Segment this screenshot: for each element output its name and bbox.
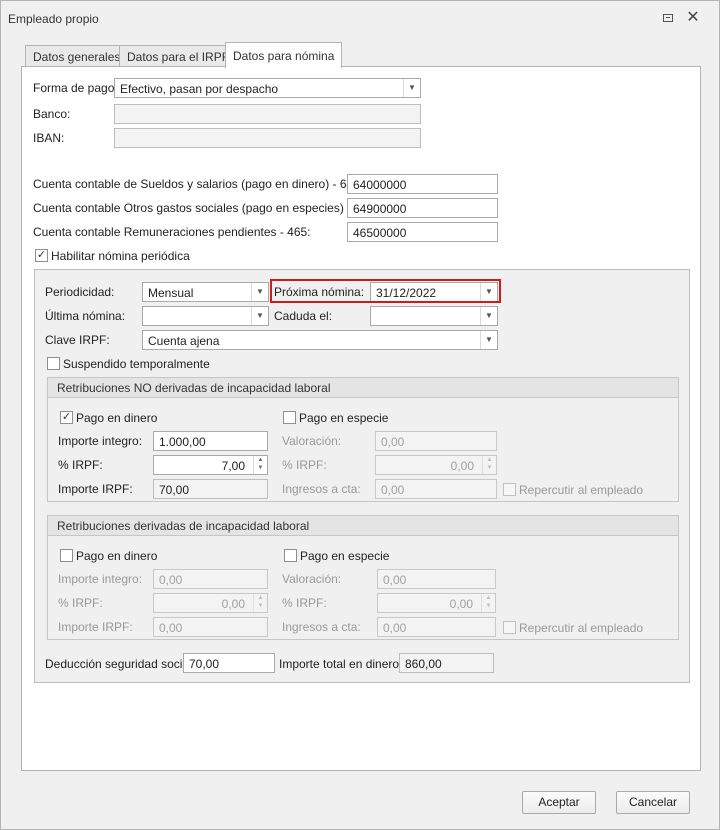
- importe-integro-incap-input[interactable]: 0,00: [153, 569, 268, 589]
- chevron-down-icon[interactable]: ▼: [251, 283, 268, 301]
- retribuciones-no-group: Retribuciones NO derivadas de incapacida…: [47, 377, 679, 502]
- retribuciones-si-group: Retribuciones derivadas de incapacidad l…: [47, 515, 679, 640]
- pago-dinero-checkbox[interactable]: ✓: [60, 411, 73, 424]
- caduda-label: Caduda el:: [274, 309, 333, 323]
- title-bar: Empleado propio ✕: [1, 1, 719, 35]
- close-icon[interactable]: ✕: [686, 10, 700, 26]
- repercutir-checkbox[interactable]: [503, 483, 516, 496]
- irpf-incap-spinner[interactable]: 0,00 ▲ ▼: [153, 593, 268, 613]
- importe-integro-incap-label: Importe integro:: [58, 572, 143, 586]
- cuenta-sueldos-input[interactable]: 64000000: [347, 174, 498, 194]
- clave-irpf-label: Clave IRPF:: [45, 333, 110, 347]
- deduccion-ss-label: Deducción seguridad social:: [45, 657, 196, 671]
- forma-pago-select[interactable]: Efectivo, pasan por despacho ▼: [114, 78, 421, 98]
- irpf-incap-value: 0,00: [221, 597, 245, 611]
- iban-field[interactable]: [114, 128, 421, 148]
- pago-especie-incap-checkbox[interactable]: [284, 549, 297, 562]
- ingresos-cta-label: Ingresos a cta:: [282, 482, 361, 496]
- irpf-incap-label: % IRPF:: [58, 596, 103, 610]
- irpf-especie-label: % IRPF:: [282, 458, 327, 472]
- importe-irpf-incap-field: 0,00: [153, 617, 268, 637]
- ingresos-cta-field: 0,00: [375, 479, 497, 499]
- tab-datos-nomina[interactable]: Datos para nómina: [225, 42, 343, 68]
- window-title: Empleado propio: [8, 12, 99, 26]
- highlight-box: [270, 279, 501, 303]
- cuenta-otros-label: Cuenta contable Otros gastos sociales (p…: [33, 201, 378, 215]
- retribuciones-si-header: Retribuciones derivadas de incapacidad l…: [48, 516, 678, 536]
- chevron-down-icon[interactable]: ▼: [480, 331, 497, 349]
- repercutir-incap-label: Repercutir al empleado: [519, 621, 644, 635]
- dialog-window: Empleado propio ✕ Datos generales Datos …: [0, 0, 720, 830]
- valoracion-incap-label: Valoración:: [282, 572, 342, 586]
- tab-panel-nomina: Forma de pago: Efectivo, pasan por despa…: [21, 66, 701, 771]
- pago-dinero-label: Pago en dinero: [76, 411, 158, 425]
- pago-especie-checkbox[interactable]: [283, 411, 296, 424]
- importe-integro-label: Importe integro:: [58, 434, 143, 448]
- ingresos-cta-incap-label: Ingresos a cta:: [282, 620, 361, 634]
- irpf-especie-incap-label: % IRPF:: [282, 596, 327, 610]
- suspendido-label: Suspendido temporalmente: [63, 357, 210, 371]
- irpf-label: % IRPF:: [58, 458, 103, 472]
- valoracion-input[interactable]: 0,00: [375, 431, 497, 451]
- importe-irpf-incap-label: Importe IRPF:: [58, 620, 133, 634]
- irpf-spinner[interactable]: 7,00 ▲ ▼: [153, 455, 268, 475]
- chevron-down-icon[interactable]: ▼: [480, 307, 497, 325]
- clave-irpf-select[interactable]: Cuenta ajena ▼: [142, 330, 498, 350]
- retribuciones-no-header: Retribuciones NO derivadas de incapacida…: [48, 378, 678, 398]
- irpf-especie-incap-spinner[interactable]: 0,00 ▲ ▼: [377, 593, 496, 613]
- irpf-value: 7,00: [221, 459, 245, 473]
- periodicidad-label: Periodicidad:: [45, 285, 115, 299]
- accept-button[interactable]: Aceptar: [522, 791, 596, 814]
- suspendido-checkbox[interactable]: [47, 357, 60, 370]
- valoracion-incap-input[interactable]: 0,00: [377, 569, 496, 589]
- chevron-down-icon[interactable]: ▼: [251, 307, 268, 325]
- spinner-arrows-icon[interactable]: ▲ ▼: [482, 456, 496, 474]
- ultima-nomina-picker[interactable]: ▼: [142, 306, 269, 326]
- clave-irpf-value: Cuenta ajena: [148, 334, 220, 348]
- ultima-nomina-label: Última nómina:: [45, 309, 126, 323]
- cuenta-remuneraciones-label: Cuenta contable Remuneraciones pendiente…: [33, 225, 311, 239]
- forma-pago-value: Efectivo, pasan por despacho: [120, 82, 279, 96]
- ingresos-cta-incap-field: 0,00: [377, 617, 496, 637]
- spinner-arrows-icon[interactable]: ▲ ▼: [253, 594, 267, 612]
- tab-datos-irpf[interactable]: Datos para el IRPF: [119, 45, 238, 67]
- pago-dinero-incap-checkbox[interactable]: [60, 549, 73, 562]
- valoracion-label: Valoración:: [282, 434, 342, 448]
- caduda-picker[interactable]: ▼: [370, 306, 498, 326]
- banco-field[interactable]: [114, 104, 421, 124]
- spinner-arrows-icon[interactable]: ▲ ▼: [253, 456, 267, 474]
- pago-dinero-incap-label: Pago en dinero: [76, 549, 158, 563]
- importe-integro-input[interactable]: 1.000,00: [153, 431, 268, 451]
- banco-label: Banco:: [33, 107, 71, 121]
- cuenta-otros-input[interactable]: 64900000: [347, 198, 498, 218]
- importe-irpf-label: Importe IRPF:: [58, 482, 133, 496]
- cancel-button[interactable]: Cancelar: [616, 791, 690, 814]
- restore-icon[interactable]: [661, 11, 675, 25]
- importe-total-label: Importe total en dinero:: [279, 657, 403, 671]
- periodicidad-select[interactable]: Mensual ▼: [142, 282, 269, 302]
- irpf-especie-spinner[interactable]: 0,00 ▲ ▼: [375, 455, 497, 475]
- cuenta-sueldos-label: Cuenta contable de Sueldos y salarios (p…: [33, 177, 364, 191]
- deduccion-ss-input[interactable]: 70,00: [183, 653, 275, 673]
- spinner-arrows-icon[interactable]: ▲ ▼: [481, 594, 495, 612]
- iban-label: IBAN:: [33, 131, 65, 145]
- tab-datos-generales[interactable]: Datos generales: [25, 45, 129, 67]
- repercutir-label: Repercutir al empleado: [519, 483, 644, 497]
- forma-pago-label: Forma de pago:: [33, 81, 118, 95]
- importe-total-field: 860,00: [399, 653, 494, 673]
- pago-especie-label: Pago en especie: [299, 411, 389, 425]
- cuenta-remuneraciones-input[interactable]: 46500000: [347, 222, 498, 242]
- irpf-especie-incap-value: 0,00: [449, 597, 473, 611]
- habilitar-label: Habilitar nómina periódica: [51, 249, 190, 263]
- importe-irpf-field: 70,00: [153, 479, 268, 499]
- nomina-periodica-group: Periodicidad: Mensual ▼ Próxima nómina: …: [34, 269, 690, 683]
- pago-especie-incap-label: Pago en especie: [300, 549, 390, 563]
- irpf-especie-value: 0,00: [450, 459, 474, 473]
- repercutir-incap-checkbox[interactable]: [503, 621, 516, 634]
- habilitar-checkbox[interactable]: ✓: [35, 249, 48, 262]
- periodicidad-value: Mensual: [148, 286, 194, 300]
- chevron-down-icon[interactable]: ▼: [403, 79, 420, 97]
